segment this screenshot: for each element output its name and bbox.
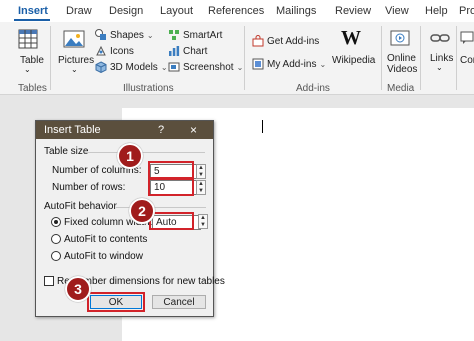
group-label-addins: Add-ins [296, 83, 330, 94]
table-icon [18, 29, 38, 49]
group-label-media: Media [387, 83, 415, 94]
online-videos-button[interactable]: Online Videos [384, 27, 418, 79]
3d-models-label: 3D Models [110, 61, 158, 73]
icons-label: Icons [110, 45, 134, 57]
table-button[interactable]: Table ⌄ [8, 27, 48, 79]
tab-review[interactable]: Review [335, 5, 371, 17]
ribbon-tab-bar: Insert Draw Design Layout References Mai… [0, 0, 474, 22]
group-label-illustrations: Illustrations [123, 83, 174, 94]
wikipedia-icon: W [341, 27, 361, 49]
wikipedia-label: Wikipedia [332, 55, 376, 66]
step-badge-2: 2 [129, 198, 155, 224]
chart-label: Chart [183, 45, 208, 57]
cube-icon [95, 61, 107, 73]
autofit-heading: AutoFit behavior [44, 201, 117, 212]
addins-icon [252, 58, 264, 70]
columns-spinner[interactable]: ▲ ▼ [196, 164, 206, 179]
chart-icon [169, 46, 180, 56]
tab-layout[interactable]: Layout [160, 5, 193, 17]
autofit-contents-radio[interactable] [51, 234, 61, 244]
help-button[interactable]: ? [158, 124, 164, 136]
tab-design[interactable]: Design [109, 5, 143, 17]
picture-icon [63, 30, 85, 48]
tab-draw[interactable]: Draw [66, 5, 92, 17]
icons-icon [96, 45, 106, 56]
rows-spinner[interactable]: ▲ ▼ [196, 180, 206, 195]
tab-help[interactable]: Help [425, 5, 448, 17]
step-badge-1: 1 [117, 143, 143, 169]
autofit-window-label: AutoFit to window [64, 251, 143, 262]
tab-mailings[interactable]: Mailings [276, 5, 316, 17]
group-label-tables: Tables [18, 83, 47, 94]
my-addins-label: My Add-ins [267, 58, 317, 70]
rows-label: Number of rows: [52, 182, 126, 193]
fixed-width-spinner[interactable]: ▲ ▼ [198, 214, 208, 229]
chevron-down-icon: ⌄ [236, 62, 244, 72]
online-videos-label: Online Videos [387, 53, 418, 75]
chevron-down-icon: ⌄ [24, 65, 31, 74]
table-size-heading: Table size [44, 146, 89, 157]
get-addins-button[interactable]: Get Add-ins [252, 34, 319, 48]
link-icon [430, 34, 450, 42]
step-badge-3: 3 [65, 276, 91, 302]
section-divider [85, 152, 205, 153]
tab-insert[interactable]: Insert [18, 5, 48, 17]
group-separator [244, 26, 245, 90]
chevron-down-icon: ⌄ [71, 65, 78, 74]
smartart-icon [169, 30, 179, 40]
chevron-down-icon: ⌄ [146, 30, 154, 40]
get-addins-label: Get Add-ins [267, 35, 320, 47]
3d-models-button[interactable]: 3D Models ⌄ [95, 60, 168, 74]
dialog-title: Insert Table [44, 124, 101, 136]
icons-button[interactable]: Icons [95, 44, 134, 58]
close-button[interactable]: × [190, 123, 197, 137]
autofit-contents-label: AutoFit to contents [64, 234, 148, 245]
fixed-width-radio[interactable] [51, 217, 61, 227]
smartart-button[interactable]: SmartArt [168, 28, 222, 42]
shapes-label: Shapes [110, 29, 144, 41]
comment-icon [460, 31, 474, 44]
autofit-window-radio[interactable] [51, 251, 61, 261]
comment-label: Com [460, 55, 474, 66]
group-separator [456, 26, 457, 90]
tab-view[interactable]: View [385, 5, 409, 17]
my-addins-button[interactable]: My Add-ins ⌄ [252, 57, 326, 71]
tab-properties[interactable]: Propert [459, 5, 474, 17]
group-separator [50, 26, 51, 90]
comment-button[interactable]: Com [460, 27, 474, 79]
highlight-box [148, 177, 194, 196]
highlight-box [87, 292, 145, 312]
text-cursor [262, 120, 263, 133]
pictures-button[interactable]: Pictures ⌄ [56, 27, 94, 79]
highlight-box [149, 212, 194, 230]
links-button[interactable]: Links ⌄ [426, 27, 454, 79]
chart-button[interactable]: Chart [168, 44, 207, 58]
group-separator [420, 26, 421, 90]
smartart-label: SmartArt [183, 29, 223, 41]
tab-references[interactable]: References [208, 5, 264, 17]
group-separator [381, 26, 382, 90]
shapes-icon [95, 29, 106, 40]
chevron-down-icon: ⌄ [436, 63, 443, 72]
chevron-down-icon: ⌄ [160, 62, 168, 72]
cancel-button[interactable]: Cancel [152, 295, 206, 309]
shapes-button[interactable]: Shapes ⌄ [95, 28, 154, 42]
video-icon [390, 30, 410, 46]
wikipedia-button[interactable]: W Wikipedia [332, 27, 376, 79]
chevron-down-icon: ⌄ [319, 59, 327, 69]
screenshot-label: Screenshot [183, 61, 234, 73]
active-tab-indicator [14, 19, 50, 21]
screenshot-button[interactable]: Screenshot ⌄ [168, 60, 243, 74]
screenshot-icon [168, 62, 180, 72]
remember-checkbox[interactable] [44, 276, 54, 286]
store-icon [252, 35, 264, 47]
